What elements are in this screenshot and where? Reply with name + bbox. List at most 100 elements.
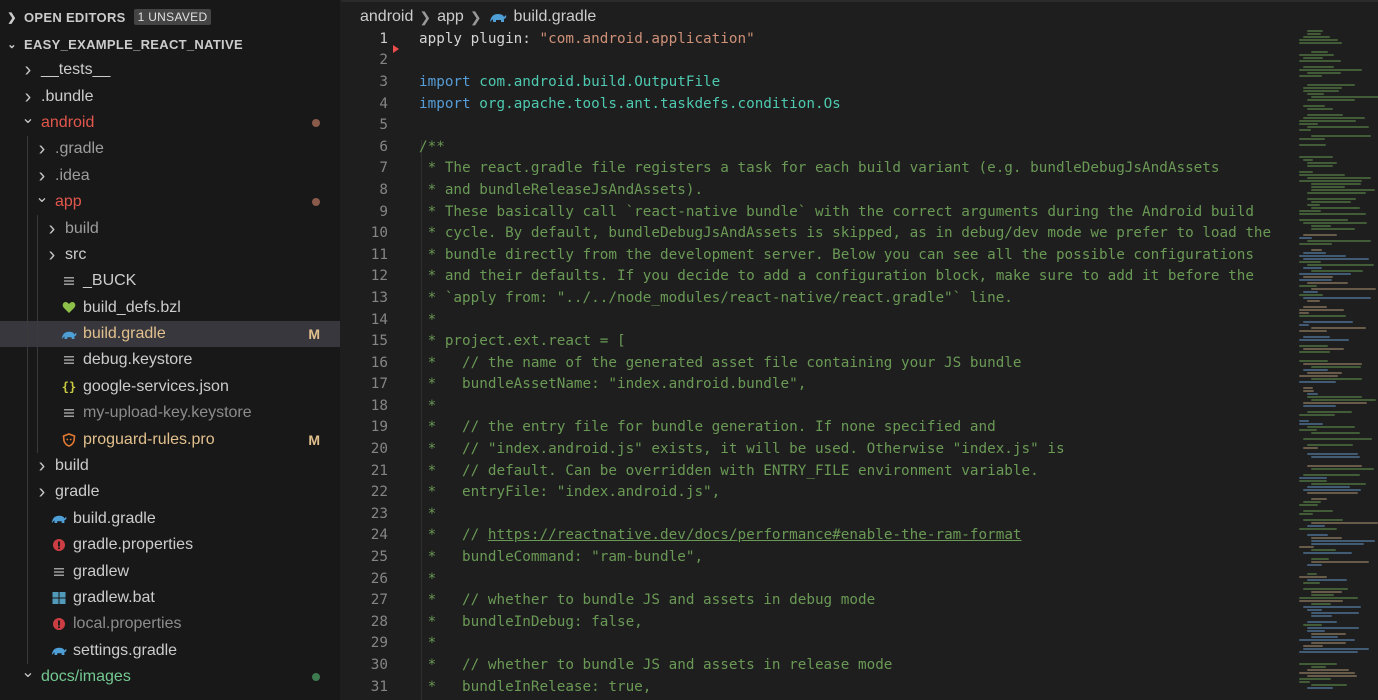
code-line[interactable]: 17 * bundleAssetName: "index.android.bun…: [341, 374, 1291, 396]
project-title: EASY_EXAMPLE_REACT_NATIVE: [24, 36, 243, 52]
indent-guide: [27, 162, 28, 189]
code-line[interactable]: 20 * // "index.android.js" exists, it wi…: [341, 438, 1291, 460]
code-token: * and their defaults. If you decide to a…: [419, 268, 1254, 285]
tree-item-label: .bundle: [41, 87, 94, 105]
minimap-line: [1307, 192, 1366, 194]
code-token: * // the name of the generated asset fil…: [419, 354, 1022, 371]
tree-item[interactable]: gradlew.bat: [0, 584, 340, 612]
code-line[interactable]: 27 * // whether to bundle JS and assets …: [341, 589, 1291, 611]
line-number: 28: [370, 613, 388, 630]
minimap-line: [1311, 603, 1331, 605]
project-header[interactable]: ⌄ EASY_EXAMPLE_REACT_NATIVE: [0, 31, 340, 57]
tree-item[interactable]: my-upload-key.keystore: [0, 400, 340, 427]
line-number: 7: [379, 160, 388, 177]
chevron-right-icon[interactable]: ›: [34, 139, 50, 159]
code-line[interactable]: 8 * and bundleReleaseJsAndAssets).: [341, 179, 1291, 201]
minimap-line: [1299, 120, 1356, 122]
chevron-right-icon[interactable]: ›: [20, 87, 36, 107]
code-token: import: [419, 73, 480, 90]
tree-item[interactable]: › .idea: [0, 162, 340, 189]
code-area[interactable]: 1 apply plugin: "com.android.application"…: [341, 28, 1291, 697]
code-line[interactable]: 2: [341, 50, 1291, 72]
tree-item[interactable]: local.properties: [0, 611, 340, 638]
chevron-right-icon[interactable]: ›: [44, 219, 60, 239]
tree-item[interactable]: build_defs.bzl: [0, 294, 340, 321]
tree-item[interactable]: › src: [0, 241, 340, 269]
code-line[interactable]: 26 *: [341, 568, 1291, 590]
line-number: 8: [379, 181, 388, 198]
code-link[interactable]: https://reactnative.dev/docs/performance…: [488, 527, 1022, 543]
chevron-right-icon[interactable]: ›: [34, 482, 50, 502]
minimap-line: [1303, 252, 1326, 254]
code-line[interactable]: 3 import com.android.build.OutputFile: [341, 71, 1291, 93]
code-line[interactable]: 10 * cycle. By default, bundleDebugJsAnd…: [341, 222, 1291, 244]
code-line[interactable]: 16 * // the name of the generated asset …: [341, 352, 1291, 374]
code-line[interactable]: 24 * // https://reactnative.dev/docs/per…: [341, 525, 1291, 547]
chevron-down-icon[interactable]: ⌄: [34, 187, 50, 207]
tree-item[interactable]: ⌄ android: [0, 110, 340, 136]
breadcrumb-item[interactable]: android: [360, 8, 413, 26]
open-editors-title: OPEN EDITORS: [24, 9, 126, 25]
tree-item[interactable]: gradlew: [0, 558, 340, 585]
gradle-icon: [50, 512, 68, 525]
breadcrumb-item[interactable]: app: [437, 8, 464, 26]
breadcrumb-current-file[interactable]: build.gradle: [514, 8, 597, 26]
code-line[interactable]: 18 *: [341, 395, 1291, 417]
code-line[interactable]: 30 * // whether to bundle JS and assets …: [341, 654, 1291, 676]
tree-item[interactable]: proguard-rules.pro M: [0, 426, 340, 453]
minimap-line: [1311, 96, 1378, 98]
code-line[interactable]: 25 * bundleCommand: "ram-bundle",: [341, 546, 1291, 568]
code-line[interactable]: 21 * // default. Can be overridden with …: [341, 460, 1291, 482]
code-line[interactable]: 22 * entryFile: "index.android.js",: [341, 481, 1291, 503]
tree-item[interactable]: build.gradle M: [0, 320, 340, 348]
tree-item[interactable]: gradle.properties: [0, 532, 340, 559]
code-line[interactable]: 14 *: [341, 309, 1291, 331]
open-editors-header[interactable]: ❯ OPEN EDITORS 1 UNSAVED: [0, 4, 340, 30]
code-line[interactable]: 19 * // the entry file for bundle genera…: [341, 417, 1291, 439]
line-text: apply plugin: "com.android.application": [419, 31, 755, 47]
code-token: /**: [419, 138, 445, 155]
minimap-line: [1299, 309, 1344, 311]
minimap-line: [1299, 243, 1332, 245]
tree-item[interactable]: settings.gradle: [0, 637, 340, 664]
tree-item[interactable]: › gradle: [0, 479, 340, 506]
chevron-right-icon[interactable]: ›: [34, 166, 50, 186]
tree-item[interactable]: › .gradle: [0, 136, 340, 163]
code-line[interactable]: 28 * bundleInDebug: false,: [341, 611, 1291, 633]
chevron-down-icon[interactable]: ⌄: [20, 662, 36, 682]
code-token: * cycle. By default, bundleDebugJsAndAss…: [419, 225, 1272, 242]
tree-item[interactable]: › build: [0, 215, 340, 242]
heart-icon: [60, 301, 78, 314]
code-line[interactable]: 23 *: [341, 503, 1291, 525]
tree-item[interactable]: › build: [0, 452, 340, 480]
chevron-right-icon[interactable]: ›: [20, 60, 36, 80]
tree-item[interactable]: _BUCK: [0, 268, 340, 295]
minimap-line: [1299, 129, 1311, 131]
code-line[interactable]: 9 * These basically call `react-native b…: [341, 201, 1291, 223]
tree-item[interactable]: ⌄ app: [0, 187, 340, 216]
code-line[interactable]: 13 * `apply from: "../../node_modules/re…: [341, 287, 1291, 309]
chevron-right-icon[interactable]: ›: [44, 245, 60, 265]
tree-item[interactable]: › __tests__: [0, 57, 340, 83]
code-line[interactable]: 1 apply plugin: "com.android.application": [341, 28, 1291, 50]
minimap-line: [1311, 558, 1329, 560]
code-line[interactable]: 4 import org.apache.tools.ant.taskdefs.co…: [341, 93, 1291, 115]
minimap[interactable]: [1291, 28, 1378, 700]
tree-item[interactable]: build.gradle: [0, 505, 340, 533]
code-line[interactable]: 15 * project.ext.react = [: [341, 330, 1291, 352]
tree-item[interactable]: ⌄ docs/images: [0, 664, 340, 690]
tree-item[interactable]: debug.keystore: [0, 347, 340, 374]
line-text: * // whether to bundle JS and assets in …: [419, 592, 876, 608]
code-line[interactable]: 5: [341, 114, 1291, 136]
chevron-down-icon[interactable]: ⌄: [20, 108, 36, 128]
tree-item[interactable]: › .bundle: [0, 83, 340, 109]
code-line[interactable]: 29 *: [341, 633, 1291, 655]
code-line[interactable]: 7 * The react.gradle file registers a ta…: [341, 158, 1291, 180]
code-line[interactable]: 31 * bundleInRelease: true,: [341, 676, 1291, 698]
code-line[interactable]: 12 * and their defaults. If you decide t…: [341, 266, 1291, 288]
code-line[interactable]: 11 * bundle directly from the developmen…: [341, 244, 1291, 266]
chevron-right-icon[interactable]: ›: [34, 456, 50, 476]
tree-item[interactable]: {} google-services.json: [0, 373, 340, 401]
minimap-line: [1311, 366, 1361, 368]
code-line[interactable]: 6 /**: [341, 136, 1291, 158]
